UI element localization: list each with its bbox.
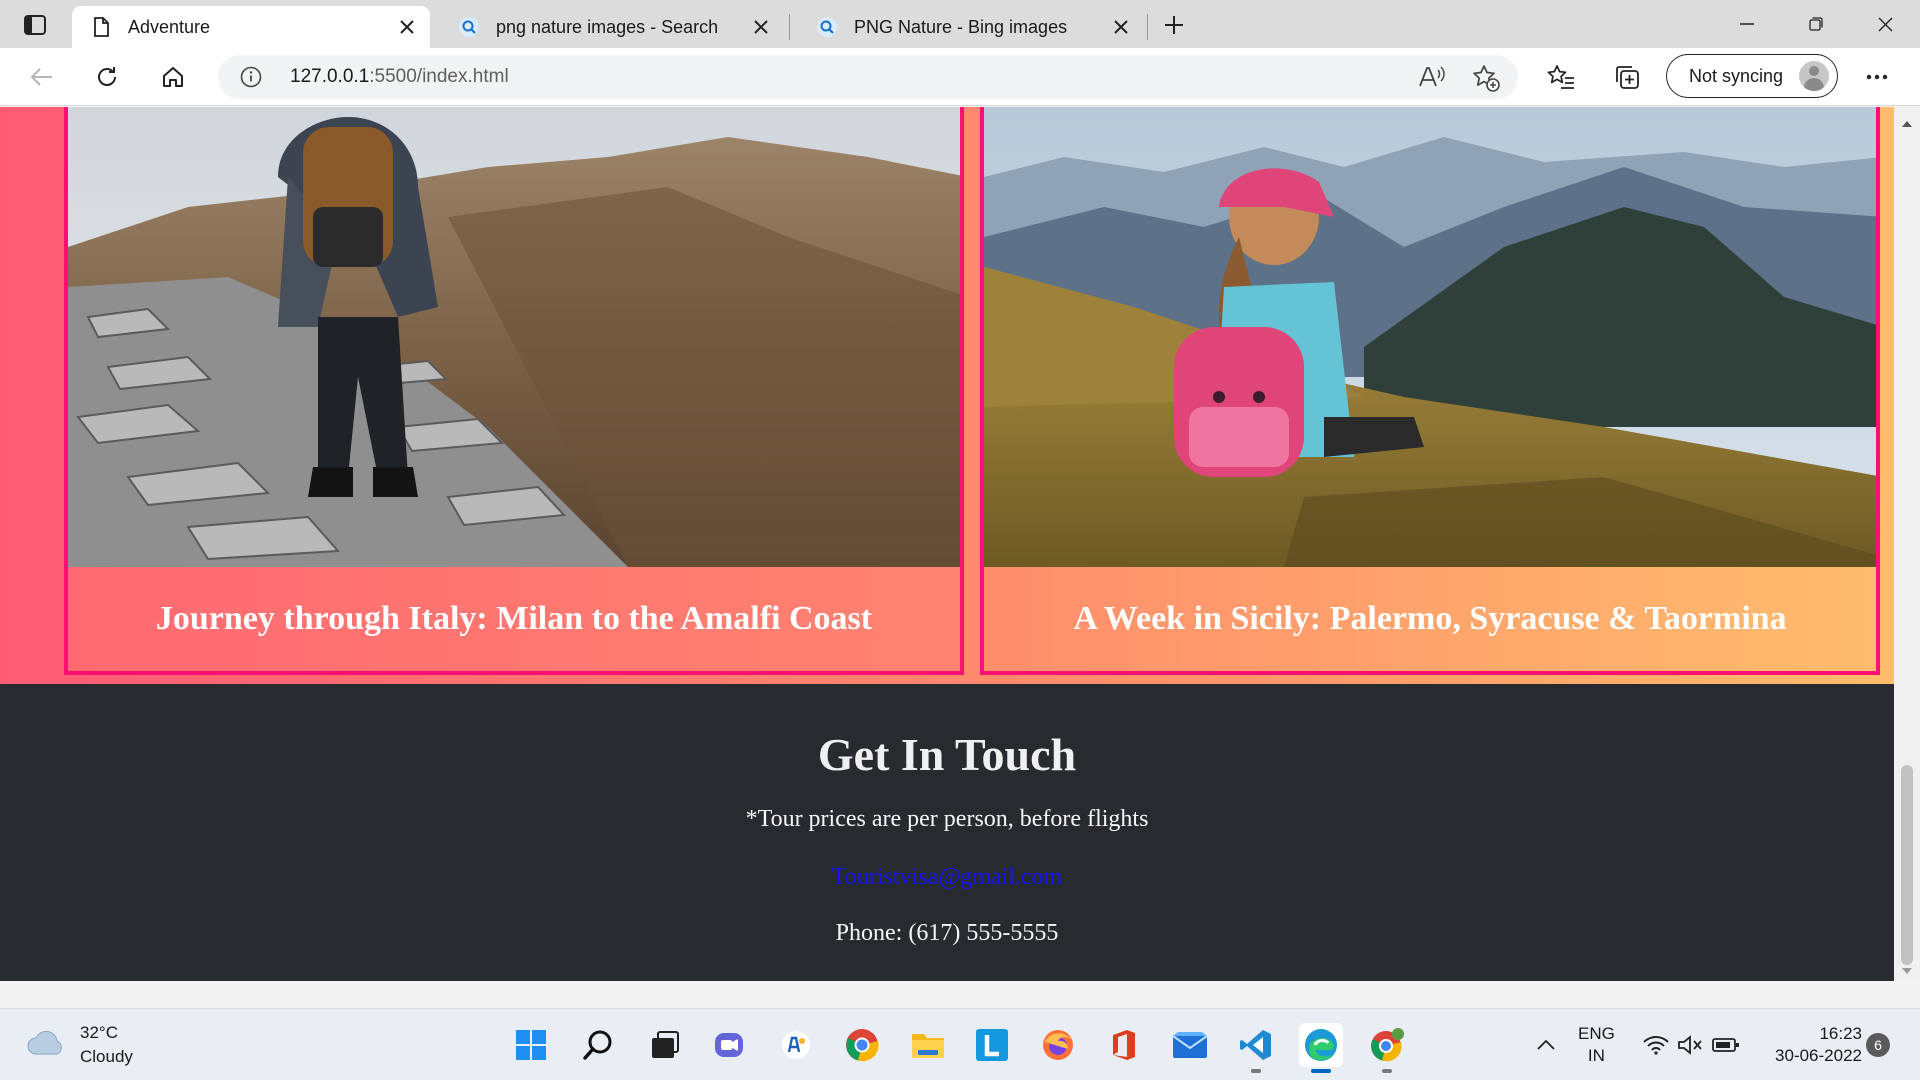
back-button[interactable] <box>22 58 60 96</box>
weather-widget[interactable]: 32°C Cloudy <box>26 1021 133 1069</box>
minimize-button[interactable] <box>1724 6 1770 42</box>
widgets-app-icon[interactable] <box>774 1023 818 1067</box>
close-tab-icon[interactable] <box>746 12 776 42</box>
url-host: 127.0.0.1 <box>290 66 370 87</box>
bing-search-icon <box>816 16 838 38</box>
bing-search-icon <box>458 16 480 38</box>
edge-icon[interactable] <box>1299 1023 1343 1073</box>
running-indicator <box>1251 1069 1261 1073</box>
contact-section: Get In Touch *Tour prices are per person… <box>0 684 1894 981</box>
tab-title: png nature images - Search <box>496 16 719 37</box>
url-text[interactable]: 127.0.0.1:5500/index.html <box>290 66 509 88</box>
tab-title: Adventure <box>128 16 211 37</box>
tab-bar: Adventure png nature images - Search PNG… <box>0 0 1920 48</box>
tab-png-nature-search[interactable]: png nature images - Search <box>440 6 784 48</box>
restore-button[interactable] <box>1793 6 1839 42</box>
vertical-scroll-thumb[interactable] <box>1901 765 1913 965</box>
close-tab-icon[interactable] <box>392 12 422 42</box>
active-indicator <box>1311 1069 1331 1073</box>
add-favorite-icon[interactable] <box>1472 64 1500 97</box>
email-link[interactable]: Touristvisa@gmail.com <box>0 864 1894 891</box>
close-tab-icon[interactable] <box>1106 12 1136 42</box>
read-aloud-icon[interactable] <box>1418 64 1446 95</box>
tour-card-sicily[interactable]: A Week in Sicily: Palermo, Syracuse & Ta… <box>980 107 1880 675</box>
contact-heading: Get In Touch <box>817 729 1077 780</box>
search-icon[interactable] <box>576 1023 620 1067</box>
input-language-indicator[interactable]: ENG IN <box>1578 1023 1615 1067</box>
weather-condition: Cloudy <box>80 1047 133 1066</box>
tour-caption: Journey through Italy: Milan to the Amal… <box>68 567 960 671</box>
page-viewport: Journey through Italy: Milan to the Amal… <box>0 107 1920 981</box>
firefox-icon[interactable] <box>1036 1023 1080 1067</box>
profile-sync-button[interactable]: Not syncing <box>1666 54 1838 98</box>
navigation-toolbar: 127.0.0.1:5500/index.html Not syncing <box>0 48 1920 106</box>
collections-icon[interactable] <box>1608 58 1646 96</box>
task-view-icon[interactable] <box>643 1023 687 1067</box>
phone-number: Phone: (617) 555-5555 <box>835 920 1059 946</box>
language-code: ENG <box>1578 1024 1615 1043</box>
scroll-up-arrow-icon[interactable] <box>1902 115 1912 133</box>
launcher-l-icon[interactable] <box>970 1023 1014 1067</box>
file-explorer-icon[interactable] <box>906 1023 950 1067</box>
vscode-icon[interactable] <box>1234 1023 1278 1073</box>
system-clock[interactable]: 16:23 30-06-2022 <box>1762 1023 1862 1067</box>
hiker-on-rocky-trail-photo <box>68 107 960 567</box>
avatar <box>1799 61 1829 91</box>
clock-date: 30-06-2022 <box>1775 1046 1862 1065</box>
tour-card-italy[interactable]: Journey through Italy: Milan to the Amal… <box>64 107 964 675</box>
office-icon[interactable] <box>1102 1023 1146 1067</box>
page-icon <box>90 16 112 38</box>
weather-temperature: 32°C <box>80 1023 118 1042</box>
girl-on-mountain-meadow-photo <box>984 107 1876 567</box>
windows-start-icon[interactable] <box>509 1023 553 1067</box>
tab-actions-icon[interactable] <box>18 10 52 40</box>
notification-count-badge[interactable]: 6 <box>1866 1033 1890 1057</box>
favorites-icon[interactable] <box>1542 58 1580 96</box>
sync-status-label: Not syncing <box>1689 65 1784 86</box>
tours-gallery: Journey through Italy: Milan to the Amal… <box>0 107 1894 684</box>
home-button[interactable] <box>154 58 192 96</box>
running-indicator <box>1382 1069 1392 1073</box>
show-hidden-icons-chevron-up-icon[interactable] <box>1524 1023 1568 1067</box>
new-tab-button[interactable] <box>1158 9 1190 41</box>
tab-png-nature-bing-images[interactable]: PNG Nature - Bing images <box>798 6 1144 48</box>
chrome-canary-icon[interactable] <box>1365 1023 1409 1073</box>
address-bar[interactable]: 127.0.0.1:5500/index.html <box>218 55 1518 99</box>
tab-title: PNG Nature - Bing images <box>854 16 1068 37</box>
mail-icon[interactable] <box>1168 1023 1212 1067</box>
taskbar: 32°C Cloudy ENG IN 16:23 30-06-2022 6 <box>0 1008 1920 1080</box>
battery-icon[interactable] <box>1704 1023 1748 1067</box>
chrome-icon[interactable] <box>840 1023 884 1067</box>
close-window-button[interactable] <box>1862 6 1908 42</box>
cloudy-weather-icon <box>26 1028 66 1063</box>
site-info-icon[interactable] <box>240 66 262 93</box>
teams-chat-icon[interactable] <box>707 1023 751 1067</box>
clock-time: 16:23 <box>1819 1024 1862 1043</box>
tab-adventure[interactable]: Adventure <box>72 6 430 48</box>
tour-caption: A Week in Sicily: Palermo, Syracuse & Ta… <box>984 567 1876 671</box>
more-options-icon[interactable] <box>1858 58 1896 96</box>
url-path: :5500/index.html <box>369 66 509 87</box>
scroll-down-arrow-icon[interactable] <box>1902 962 1912 980</box>
tab-separator <box>1147 14 1148 40</box>
tab-separator <box>789 14 790 40</box>
vertical-scrollbar[interactable] <box>1894 107 1920 981</box>
region-code: IN <box>1587 1046 1605 1065</box>
refresh-button[interactable] <box>88 58 126 96</box>
price-note: *Tour prices are per person, before flig… <box>745 806 1149 832</box>
